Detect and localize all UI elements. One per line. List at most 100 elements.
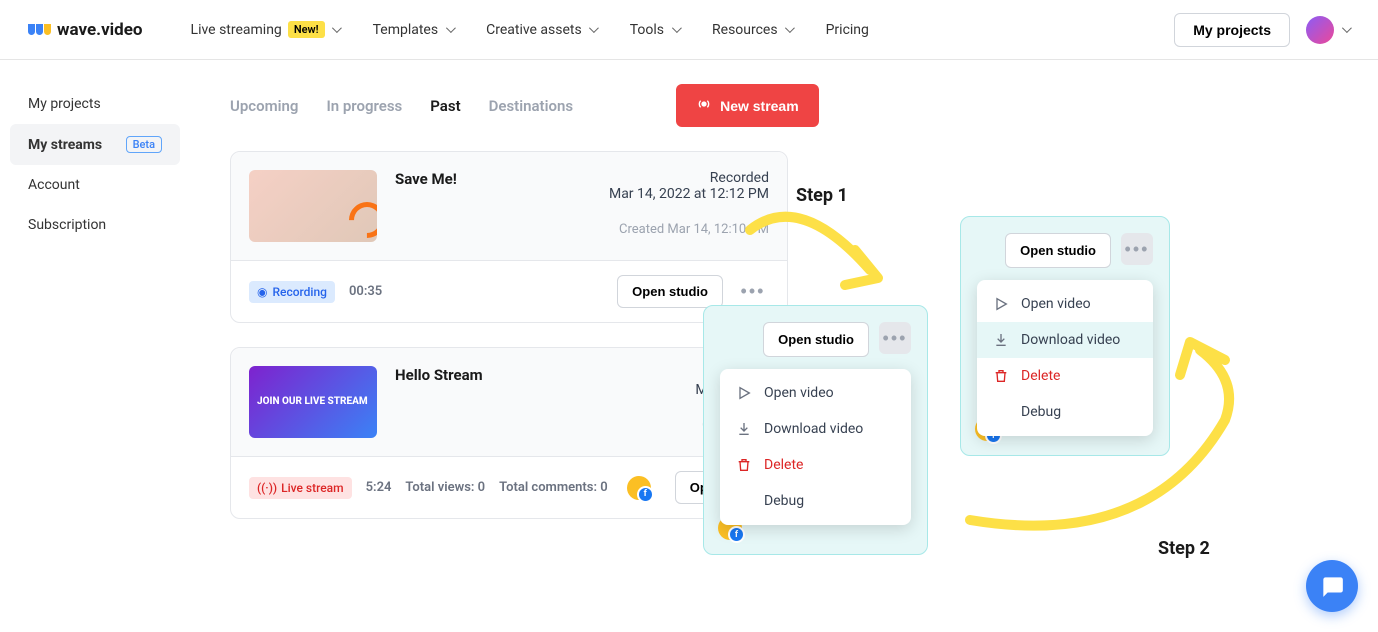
menu-item-debug[interactable]: Debug xyxy=(977,394,1153,430)
recording-badge: ◉ Recording xyxy=(249,281,335,303)
chat-support-button[interactable] xyxy=(1306,560,1358,612)
spacer-icon xyxy=(993,404,1009,420)
nav-label: Live streaming xyxy=(191,22,282,38)
sidebar-item-label: My projects xyxy=(28,96,101,112)
menu-item-download-video[interactable]: Download video xyxy=(720,411,911,447)
download-icon xyxy=(736,421,752,437)
nav-live-streaming[interactable]: Live streaming New! xyxy=(191,21,341,38)
nav-label: Resources xyxy=(712,22,778,38)
broadcast-icon: ((·)) xyxy=(257,481,277,495)
nav-creative-assets[interactable]: Creative assets xyxy=(486,22,598,38)
menu-item-delete[interactable]: Delete xyxy=(977,358,1153,394)
comments-stat: Total comments: 0 xyxy=(499,480,608,495)
header: wave.video Live streaming New! Templates… xyxy=(0,0,1378,60)
trash-icon xyxy=(736,457,752,473)
annotation-popup-step2: Open studio ••• Open video Download vide… xyxy=(960,216,1170,456)
menu-item-open-video[interactable]: Open video xyxy=(977,286,1153,322)
nav-resources[interactable]: Resources xyxy=(712,22,794,38)
menu-item-delete[interactable]: Delete xyxy=(720,447,911,483)
my-projects-button[interactable]: My projects xyxy=(1174,13,1290,47)
chevron-down-icon xyxy=(784,25,794,35)
stream-title: Hello Stream xyxy=(395,366,677,384)
button-label: New stream xyxy=(720,98,799,114)
menu-item-open-video[interactable]: Open video xyxy=(720,375,911,411)
user-menu[interactable] xyxy=(1306,16,1350,44)
new-badge: New! xyxy=(288,21,325,38)
menu-item-label: Download video xyxy=(764,421,863,437)
stream-thumbnail[interactable] xyxy=(249,170,377,242)
sidebar-item-label: Account xyxy=(28,177,80,193)
menu-item-download-video[interactable]: Download video xyxy=(977,322,1153,358)
broadcast-icon xyxy=(696,96,712,115)
badge-label: Live stream xyxy=(281,481,343,495)
sidebar-item-label: My streams xyxy=(28,137,102,153)
nav-label: Templates xyxy=(373,22,439,38)
tab-upcoming[interactable]: Upcoming xyxy=(230,97,298,115)
download-icon xyxy=(993,332,1009,348)
header-right: My projects xyxy=(1174,13,1350,47)
menu-item-label: Delete xyxy=(764,457,803,473)
stream-thumbnail[interactable]: JOIN OUR LIVE STREAM xyxy=(249,366,377,438)
chevron-down-icon xyxy=(1340,25,1350,35)
views-stat: Total views: 0 xyxy=(405,480,485,495)
tab-destinations[interactable]: Destinations xyxy=(489,97,573,115)
facebook-destination-icon xyxy=(627,476,651,500)
sidebar-item-my-streams[interactable]: My streams Beta xyxy=(10,124,180,165)
thumbnail-text: JOIN OUR LIVE STREAM xyxy=(257,396,368,408)
beta-badge: Beta xyxy=(126,136,162,153)
menu-item-label: Open video xyxy=(1021,296,1091,312)
menu-item-debug[interactable]: Debug xyxy=(720,483,911,519)
nav-label: Creative assets xyxy=(486,22,582,38)
sidebar-item-account[interactable]: Account xyxy=(10,165,180,205)
stream-title: Save Me! xyxy=(395,170,591,188)
spacer-icon xyxy=(736,493,752,509)
chevron-down-icon xyxy=(331,25,341,35)
new-stream-button[interactable]: New stream xyxy=(676,84,819,127)
duration: 00:35 xyxy=(349,284,382,299)
card-top: Save Me! Recorded Mar 14, 2022 at 12:12 … xyxy=(231,152,787,260)
badge-label: Recording xyxy=(272,285,327,299)
duration: 5:24 xyxy=(366,480,392,495)
sidebar-item-my-projects[interactable]: My projects xyxy=(10,84,180,124)
record-icon: ◉ xyxy=(257,285,267,299)
play-icon xyxy=(736,385,752,401)
menu-item-label: Download video xyxy=(1021,332,1120,348)
sidebar-item-subscription[interactable]: Subscription xyxy=(10,205,180,245)
top-nav: Live streaming New! Templates Creative a… xyxy=(191,21,1175,38)
logo-icon xyxy=(28,24,51,35)
sidebar: My projects My streams Beta Account Subs… xyxy=(0,60,190,269)
open-studio-button[interactable]: Open studio xyxy=(1005,233,1111,268)
context-menu: Open video Download video Delete Debug xyxy=(720,369,911,525)
chat-icon xyxy=(1319,573,1345,599)
nav-pricing[interactable]: Pricing xyxy=(826,22,869,38)
stream-status: Recorded xyxy=(609,170,769,186)
nav-tools[interactable]: Tools xyxy=(630,22,680,38)
chevron-down-icon xyxy=(444,25,454,35)
stream-card: Save Me! Recorded Mar 14, 2022 at 12:12 … xyxy=(230,151,788,323)
tab-in-progress[interactable]: In progress xyxy=(326,97,402,115)
more-actions-button[interactable]: ••• xyxy=(879,322,911,354)
brand-logo[interactable]: wave.video xyxy=(28,20,143,40)
nav-label: Pricing xyxy=(826,22,869,38)
chevron-down-icon xyxy=(670,25,680,35)
more-actions-button[interactable]: ••• xyxy=(1121,233,1153,265)
tab-past[interactable]: Past xyxy=(430,97,460,115)
brand-text: wave.video xyxy=(57,20,143,40)
open-studio-button[interactable]: Open studio xyxy=(617,275,723,308)
tabs-row: Upcoming In progress Past Destinations N… xyxy=(230,84,1358,127)
menu-item-label: Delete xyxy=(1021,368,1060,384)
context-menu: Open video Download video Delete Debug xyxy=(977,280,1153,436)
open-studio-button[interactable]: Open studio xyxy=(763,322,869,357)
annotation-popup-step1: Open studio ••• Open video Download vide… xyxy=(703,305,928,555)
chevron-down-icon xyxy=(588,25,598,35)
play-icon xyxy=(993,296,1009,312)
sidebar-item-label: Subscription xyxy=(28,217,106,233)
menu-item-label: Debug xyxy=(764,493,804,509)
nav-label: Tools xyxy=(630,22,664,38)
trash-icon xyxy=(993,368,1009,384)
live-badge: ((·)) Live stream xyxy=(249,477,352,499)
nav-templates[interactable]: Templates xyxy=(373,22,455,38)
menu-item-label: Debug xyxy=(1021,404,1061,420)
avatar xyxy=(1306,16,1334,44)
menu-item-label: Open video xyxy=(764,385,834,401)
